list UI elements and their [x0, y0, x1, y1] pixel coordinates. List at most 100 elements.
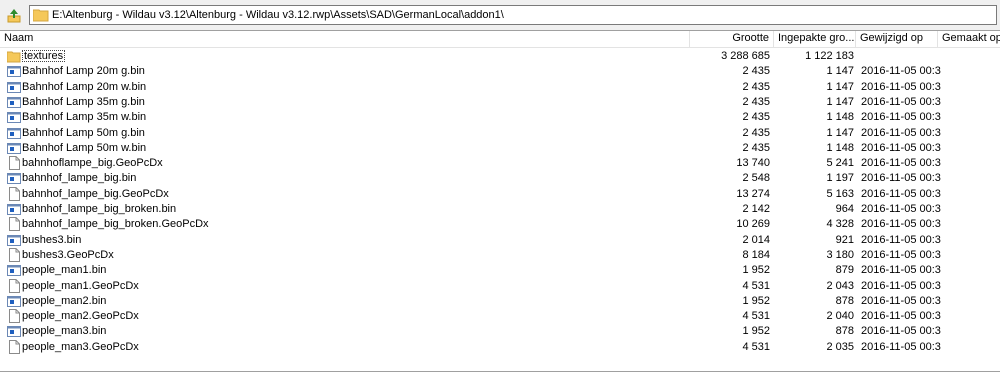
file-row[interactable]: people_man3.GeoPcDx 4 531 2 035 2016-11-05 … [0, 339, 1000, 355]
list-header: Naam Grootte Ingepakte gro... Gewijzigd … [0, 31, 1000, 48]
file-row[interactable]: people_man1.bin 1 952 879 2016-11-05 00:30 [0, 263, 1000, 278]
file-name: bushes3.GeoPcDx [22, 248, 114, 261]
file-modified: 2016-11-05 00:30 [861, 95, 941, 108]
file-modified: 2016-11-05 00:30 [861, 65, 941, 78]
file-packed-size: 964 [835, 203, 854, 215]
folder-icon [32, 8, 49, 22]
file-row[interactable]: bahnhof_lampe_big.bin 2 548 1 197 2016-11-0… [0, 171, 1000, 186]
file-size: 8 184 [742, 248, 770, 261]
blank-file-icon [7, 247, 21, 262]
file-size: 13 274 [736, 187, 770, 200]
file-name: bahnhof_lampe_big_broken.GeoPcDx [22, 218, 209, 231]
file-row[interactable]: Bahnhof Lamp 50m w.bin 2 435 1 148 2016-11-… [0, 141, 1000, 156]
file-size: 2 014 [742, 233, 770, 246]
file-row[interactable]: bahnhof_lampe_big_broken.GeoPcDx 10 269 4 … [0, 217, 1000, 232]
file-row[interactable]: people_man2.bin 1 952 878 2016-11-05 00:30 [0, 294, 1000, 309]
file-modified: 2016-11-05 00:30 [861, 141, 941, 154]
file-size: 13 740 [736, 157, 770, 170]
file-size: 1 952 [742, 294, 770, 307]
up-folder-button[interactable] [6, 7, 22, 23]
file-modified: 2016-11-05 00:30 [861, 294, 941, 307]
file-packed-size: 878 [835, 294, 854, 307]
file-row[interactable]: bushes3.bin 2 014 921 2016-11-05 00:30 [0, 233, 1000, 248]
file-name: bahnhof_lampe_big_broken.bin [22, 203, 177, 215]
file-modified: 2016-11-05 00:30 [861, 233, 941, 246]
file-row[interactable]: people_man1.GeoPcDx 4 531 2 043 2016-11-05 … [0, 278, 1000, 294]
file-size: 2 435 [742, 126, 770, 139]
file-packed-size: 1 148 [826, 111, 854, 124]
file-row[interactable]: textures 3 288 685 1 122 183 [0, 49, 1000, 64]
file-name: people_man1.bin [22, 264, 107, 277]
file-modified: 2016-11-05 00:30 [861, 279, 941, 292]
file-packed-size: 3 180 [826, 248, 854, 261]
file-name: people_man2.GeoPcDx [22, 310, 139, 323]
file-packed-size: 1 147 [826, 126, 854, 139]
file-size: 2 435 [742, 111, 770, 124]
bin-file-icon [7, 171, 21, 185]
file-name: textures [22, 50, 66, 62]
file-row[interactable]: Bahnhof Lamp 35m w.bin 2 435 1 148 2016-11-… [0, 110, 1000, 125]
file-modified: 2016-11-05 00:30 [861, 203, 941, 215]
file-row[interactable]: Bahnhof Lamp 20m g.bin 2 435 1 147 2016-11-… [0, 64, 1000, 79]
file-list[interactable]: Naam Grootte Ingepakte gro... Gewijzigd … [0, 30, 1000, 372]
file-modified: 2016-11-05 00:30 [861, 126, 941, 139]
bin-file-icon [7, 95, 21, 109]
file-packed-size: 878 [835, 325, 854, 338]
file-row[interactable]: people_man2.GeoPcDx 4 531 2 040 2016-11-05 … [0, 309, 1000, 324]
file-row[interactable]: bushes3.GeoPcDx 8 184 3 180 2016-11-05 00:3… [0, 247, 1000, 263]
blank-file-icon [7, 186, 21, 201]
file-name: people_man1.GeoPcDx [22, 279, 139, 292]
file-row[interactable]: Bahnhof Lamp 50m g.bin 2 435 1 147 2016-11-… [0, 126, 1000, 141]
file-packed-size: 879 [835, 264, 854, 277]
address-path: E:\Altenburg - Wildau v3.12\Altenburg - … [52, 9, 504, 21]
file-modified: 2016-11-05 00:30 [861, 157, 941, 170]
bin-file-icon [7, 80, 21, 94]
file-row[interactable]: bahnhoflampe_big.GeoPcDx 13 740 5 241 2016-… [0, 156, 1000, 171]
blank-file-icon [7, 156, 21, 171]
file-packed-size: 4 328 [826, 218, 854, 231]
address-bar: E:\Altenburg - Wildau v3.12\Altenburg - … [0, 0, 1000, 30]
file-modified [861, 49, 941, 64]
file-packed-size: 1 147 [826, 65, 854, 78]
file-name: bahnhoflampe_big.GeoPcDx [22, 157, 163, 170]
file-size: 2 142 [742, 203, 770, 215]
file-row[interactable]: bahnhof_lampe_big_broken.bin 2 142 964 2016… [0, 202, 1000, 217]
file-packed-size: 1 197 [826, 172, 854, 185]
file-name: people_man3.bin [22, 325, 107, 338]
file-row[interactable]: people_man3.bin 1 952 878 2016-11-05 00:30 [0, 324, 1000, 339]
file-size: 4 531 [742, 310, 770, 323]
file-name: Bahnhof Lamp 35m w.bin [22, 111, 147, 124]
column-header-modified[interactable]: Gewijzigd op [856, 31, 938, 47]
up-arrow-icon [7, 9, 21, 23]
blank-file-icon [7, 217, 21, 232]
file-size: 4 531 [742, 279, 770, 292]
file-modified: 2016-11-05 00:30 [861, 340, 941, 353]
file-name: Bahnhof Lamp 50m w.bin [22, 141, 147, 154]
address-field[interactable]: E:\Altenburg - Wildau v3.12\Altenburg - … [29, 5, 997, 25]
bin-file-icon [7, 141, 21, 155]
column-header-created[interactable]: Gemaakt op [938, 31, 1000, 47]
file-name: bushes3.bin [22, 233, 82, 246]
column-header-packed[interactable]: Ingepakte gro... [774, 31, 856, 47]
file-row[interactable]: bahnhof_lampe_big.GeoPcDx 13 274 5 163 2016… [0, 186, 1000, 202]
bin-file-icon [7, 64, 21, 78]
file-size: 2 435 [742, 141, 770, 154]
blank-file-icon [7, 339, 21, 354]
file-packed-size: 921 [835, 233, 854, 246]
file-row[interactable]: Bahnhof Lamp 20m w.bin 2 435 1 147 2016-11-… [0, 80, 1000, 95]
column-header-size[interactable]: Grootte [690, 31, 774, 47]
blank-file-icon [7, 309, 21, 324]
file-size: 2 548 [742, 172, 770, 185]
file-name: people_man2.bin [22, 294, 107, 307]
file-modified: 2016-11-05 00:30 [861, 80, 941, 93]
file-modified: 2016-11-05 00:30 [861, 310, 941, 323]
file-size: 10 269 [736, 218, 770, 231]
column-header-name[interactable]: Naam [0, 31, 690, 47]
archive-window: E:\Altenburg - Wildau v3.12\Altenburg - … [0, 0, 1000, 372]
file-row[interactable]: Bahnhof Lamp 35m g.bin 2 435 1 147 2016-11-… [0, 95, 1000, 110]
file-packed-size: 2 035 [826, 340, 854, 353]
folder-icon [6, 49, 21, 63]
file-modified: 2016-11-05 00:30 [861, 172, 941, 185]
file-modified: 2016-11-05 00:30 [861, 248, 941, 261]
file-size: 3 288 685 [721, 50, 770, 62]
